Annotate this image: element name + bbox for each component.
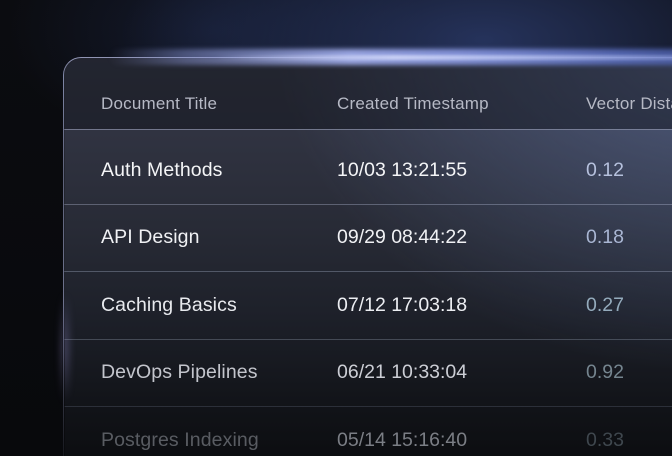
created-timestamp-cell: 09/29 08:44:22 [337,226,586,249]
document-title-cell: Caching Basics [101,294,337,317]
vector-distance-cell: 0.27 [586,294,672,317]
table-body: Auth Methods 10/03 13:21:55 0.12 API Des… [64,130,672,456]
vector-distance-cell: 0.12 [586,159,672,182]
created-timestamp-cell: 07/12 17:03:18 [337,294,586,317]
vector-distance-cell: 0.18 [586,226,672,249]
column-header-document-title: Document Title [101,94,337,114]
created-timestamp-cell: 06/21 10:33:04 [337,361,586,384]
table-row[interactable]: API Design 09/29 08:44:22 0.18 [64,205,672,273]
documents-table-card: Document Title Created Timestamp Vector … [63,57,672,456]
document-title-cell: Auth Methods [101,159,337,182]
table-row[interactable]: DevOps Pipelines 06/21 10:33:04 0.92 [64,340,672,408]
column-header-vector-distance: Vector Distance [586,94,672,114]
table-row[interactable]: Auth Methods 10/03 13:21:55 0.12 [64,137,672,205]
table-header-row: Document Title Created Timestamp Vector … [64,58,672,130]
created-timestamp-cell: 05/14 15:16:40 [337,429,586,452]
document-title-cell: API Design [101,226,337,249]
background: Document Title Created Timestamp Vector … [0,0,672,456]
table-row[interactable]: Caching Basics 07/12 17:03:18 0.27 [64,272,672,340]
vector-distance-cell: 0.33 [586,429,672,452]
document-title-cell: DevOps Pipelines [101,361,337,384]
table-row[interactable]: Postgres Indexing 05/14 15:16:40 0.33 [64,407,672,456]
column-header-created-timestamp: Created Timestamp [337,94,586,114]
created-timestamp-cell: 10/03 13:21:55 [337,159,586,182]
document-title-cell: Postgres Indexing [101,429,337,452]
vector-distance-cell: 0.92 [586,361,672,384]
